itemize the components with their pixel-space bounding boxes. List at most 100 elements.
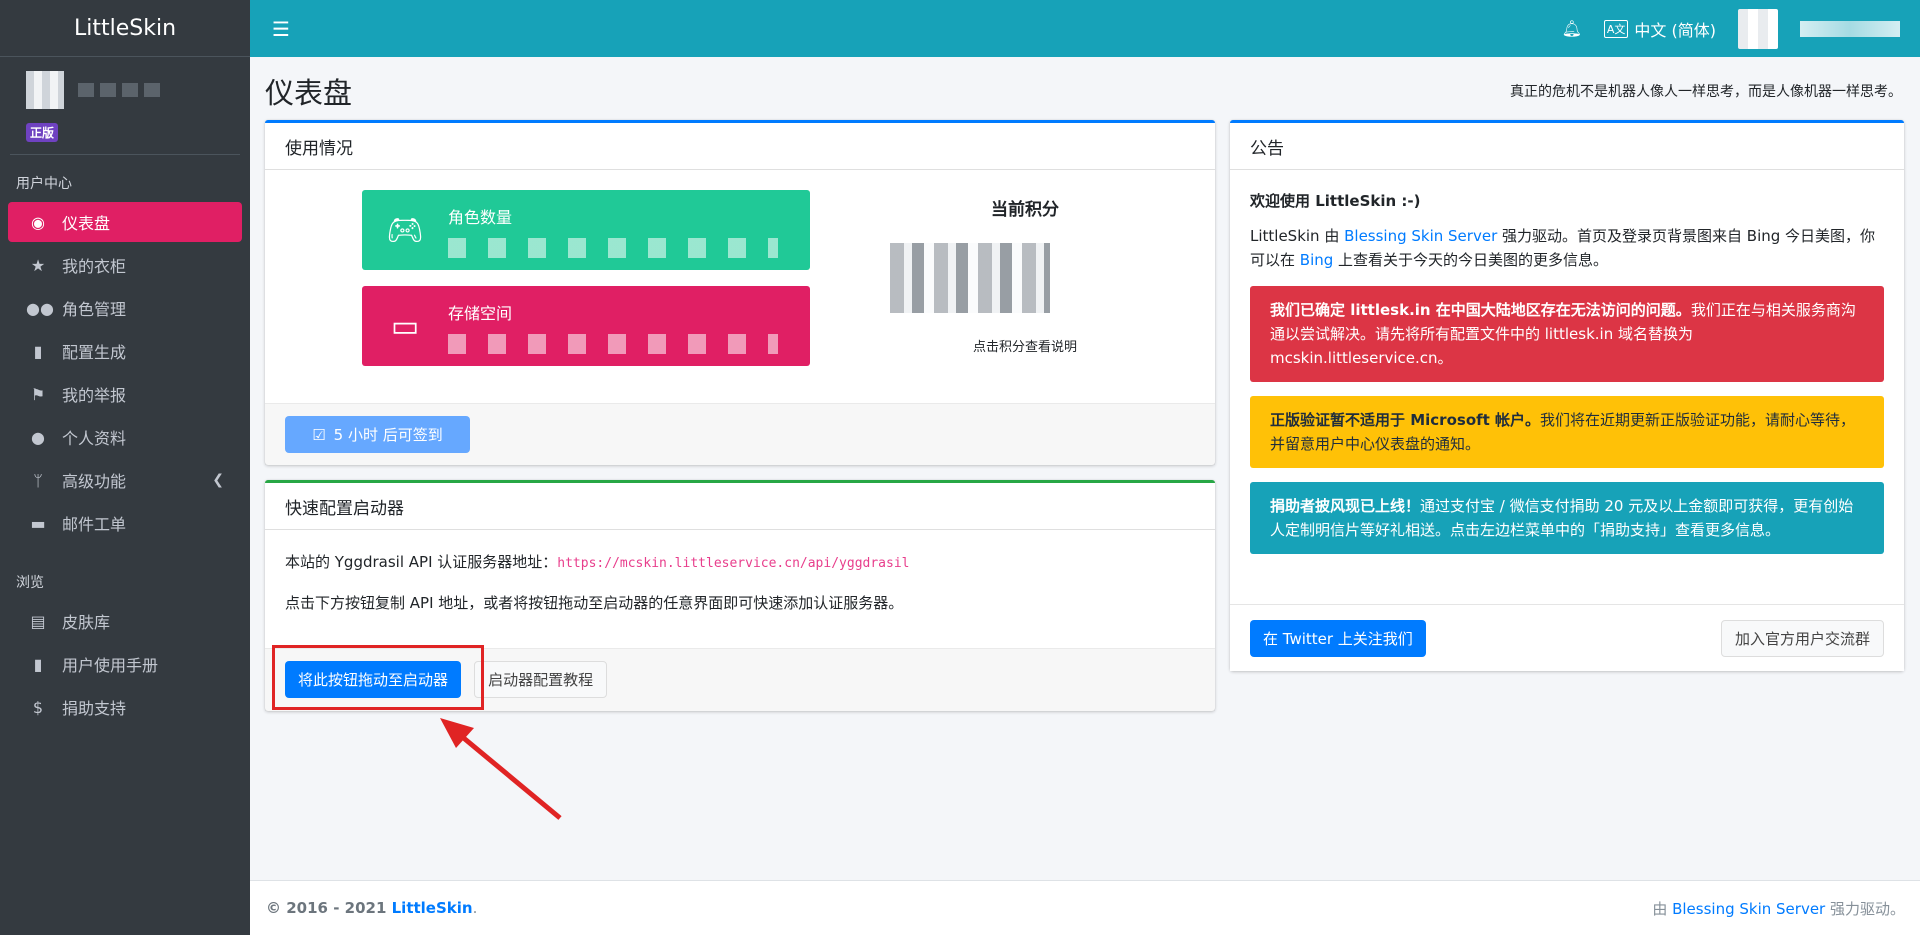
top-navbar: ☰ 🔔︎ A文 中文 (简体)	[250, 0, 1920, 57]
user-panel: 正版	[10, 57, 240, 155]
usage-card-footer: ☑ 5 小时 后可签到	[265, 403, 1215, 465]
ticket-icon: ▬	[30, 513, 46, 533]
launcher-card-title: 快速配置启动器	[265, 483, 1215, 530]
sidebar-item-players[interactable]: ●● 角色管理	[8, 288, 242, 328]
sidebar: LittleSkin 正版 用户中心 ◉ 仪表盘 ★ 我的衣柜 ●● 角色管理 ▮ 配置…	[0, 0, 250, 935]
sidebar-item-config[interactable]: ▮ 配置生成	[8, 331, 242, 371]
api-address-line: 本站的 Yggdrasil API 认证服务器地址：https://mcskin…	[285, 552, 1195, 573]
page-quote: 真正的危机不是机器人像人一样思考，而是人像机器一样思考。	[1510, 84, 1902, 100]
characters-progress-blurred	[448, 238, 778, 258]
intro-text: LittleSkin 由	[1250, 227, 1345, 246]
nav-header-user: 用户中心	[16, 176, 72, 192]
sidebar-item-label: 邮件工单	[62, 515, 127, 534]
alert-warning: 正版验证暂不适用于 Microsoft 帐户。我们将在近期更新正版验证功能，请耐…	[1250, 395, 1884, 468]
storage-label: 存储空间	[448, 304, 513, 323]
copyright: © 2016 - 2021 LittleSkin.	[266, 899, 478, 917]
score-value-blurred[interactable]	[890, 243, 1050, 313]
calendar-check-icon: ☑	[312, 425, 326, 444]
page-title: 仪表盘	[265, 76, 353, 110]
sidebar-item-donate[interactable]: $ 捐助支持	[8, 687, 242, 727]
announcement-welcome: 欢迎使用 LittleSkin :-)	[1250, 192, 1421, 210]
translate-icon: A文	[1603, 19, 1629, 38]
announcement-card-title: 公告	[1230, 123, 1904, 170]
characters-info-box: 🎮︎ 角色数量	[362, 190, 810, 270]
intro-text: 上查看关于今天的今日美图的更多信息。	[1333, 250, 1609, 269]
branch-icon: ᛘ	[33, 470, 43, 490]
announcement-intro: LittleSkin 由 Blessing Skin Server 强力驱动。首…	[1250, 225, 1884, 272]
gamepad-icon: 🎮︎	[385, 212, 425, 248]
alert-warning-bold: 正版验证暂不适用于 Microsoft 帐户。	[1270, 410, 1541, 429]
api-address-text: 本站的 Yggdrasil API 认证服务器地址：	[285, 553, 558, 571]
powered-suffix: 强力驱动。	[1825, 899, 1905, 918]
powered-prefix: 由	[1652, 899, 1673, 918]
bing-link[interactable]: Bing	[1300, 251, 1334, 269]
alert-info-bold: 捐助者披风现已上线！	[1270, 496, 1421, 515]
checkin-button[interactable]: ☑ 5 小时 后可签到	[285, 416, 470, 453]
footer-brand-link[interactable]: LittleSkin	[392, 899, 473, 917]
sidebar-item-label: 用户使用手册	[62, 656, 159, 675]
sidebar-item-manual[interactable]: ▮ 用户使用手册	[8, 644, 242, 684]
sidebar-item-label: 个人资料	[62, 429, 127, 448]
alert-danger: 我们已确定 littlesk.in 在中国大陆地区存在无法访问的问题。我们正在与…	[1250, 285, 1884, 382]
score-note: 点击积分查看说明	[972, 340, 1077, 355]
usage-card-title: 使用情况	[265, 123, 1215, 170]
score-title: 当前积分	[991, 200, 1059, 220]
storage-info-box: ▭ 存储空间	[362, 286, 810, 366]
checkin-button-label: 5 小时 后可签到	[333, 426, 443, 444]
dashboard-icon: ◉	[31, 212, 45, 232]
twitter-follow-button[interactable]: 在 Twitter 上关注我们	[1250, 619, 1426, 657]
language-label: 中文 (简体)	[1634, 20, 1716, 40]
sidebar-item-closet[interactable]: ★ 我的衣柜	[8, 245, 242, 285]
hamburger-icon[interactable]: ☰	[272, 17, 290, 41]
official-badge: 正版	[26, 123, 59, 142]
powered-by: 由 Blessing Skin Server 强力驱动。	[1652, 898, 1905, 919]
username-blurred[interactable]	[78, 83, 160, 97]
sidebar-item-profile[interactable]: ● 个人资料	[8, 417, 242, 457]
launcher-tutorial-button[interactable]: 启动器配置教程	[474, 661, 608, 698]
sidebar-item-label: 仪表盘	[62, 214, 111, 233]
sidebar-item-label: 配置生成	[62, 343, 127, 362]
launcher-instruction: 点击下方按钮复制 API 地址，或者将按钮拖动至启动器的任意界面即可快速添加认证…	[285, 594, 904, 613]
characters-label: 角色数量	[448, 208, 513, 227]
chevron-left-icon: ❮	[212, 472, 224, 488]
sidebar-item-dashboard[interactable]: ◉ 仪表盘	[8, 202, 242, 242]
book-icon: ▮	[33, 341, 43, 361]
storage-progress-blurred	[448, 334, 778, 354]
sidebar-item-label: 我的衣柜	[62, 257, 127, 276]
sidebar-item-label: 皮肤库	[62, 613, 111, 632]
bell-icon[interactable]: 🔔︎	[1562, 19, 1582, 38]
alert-info: 捐助者披风现已上线！通过支付宝 / 微信支付捐助 20 元及以上金额即可获得，更…	[1250, 481, 1884, 554]
announcement-card: 公告 欢迎使用 LittleSkin :-) LittleSkin 由 Bles…	[1230, 120, 1904, 671]
archive-icon: ▤	[30, 611, 46, 631]
avatar[interactable]	[26, 71, 64, 109]
users-icon: ●●	[26, 298, 54, 318]
api-url[interactable]: https://mcskin.littleservice.cn/api/yggd…	[557, 556, 909, 571]
join-group-button[interactable]: 加入官方用户交流群	[1720, 619, 1884, 657]
sidebar-item-label: 角色管理	[62, 300, 127, 319]
star-icon: ★	[30, 255, 46, 275]
sidebar-item-reports[interactable]: ⚑ 我的举报	[8, 374, 242, 414]
user-menu-avatar[interactable]	[1738, 8, 1778, 49]
hdd-icon: ▭	[390, 308, 420, 344]
user-menu-name-blurred[interactable]	[1800, 20, 1900, 37]
sidebar-item-tickets[interactable]: ▬ 邮件工单	[8, 503, 242, 543]
sidebar-item-advanced[interactable]: ᛘ 高级功能 ❮	[8, 460, 242, 500]
brand-logo[interactable]: LittleSkin	[0, 0, 250, 57]
sidebar-item-label: 高级功能	[62, 472, 127, 491]
blessing-skin-link[interactable]: Blessing Skin Server	[1344, 227, 1497, 245]
flag-icon: ⚑	[30, 384, 46, 404]
sidebar-item-label: 捐助支持	[62, 699, 127, 718]
language-selector[interactable]: A文 中文 (简体)	[1603, 17, 1716, 41]
footer-bss-link[interactable]: Blessing Skin Server	[1672, 900, 1825, 918]
sidebar-item-label: 我的举报	[62, 386, 127, 405]
annotation-arrow	[440, 718, 562, 820]
main-footer: © 2016 - 2021 LittleSkin. 由 Blessing Ski…	[250, 880, 1920, 935]
usage-card: 使用情况 🎮︎ 角色数量 ▭ 存储空间 当前积分 点击积分查看说明 ☑ 5 小时 …	[265, 120, 1215, 465]
alert-danger-bold: 我们已确定 littlesk.in 在中国大陆地区存在无法访问的问题。	[1270, 300, 1691, 319]
user-icon: ●	[31, 427, 45, 447]
annotation-highlight-box	[272, 645, 484, 710]
announcement-card-footer: 在 Twitter 上关注我们 加入官方用户交流群	[1230, 604, 1904, 671]
sidebar-item-skinlib[interactable]: ▤ 皮肤库	[8, 601, 242, 641]
copyright-text: © 2016 - 2021	[266, 899, 392, 917]
manual-icon: ▮	[33, 654, 43, 674]
